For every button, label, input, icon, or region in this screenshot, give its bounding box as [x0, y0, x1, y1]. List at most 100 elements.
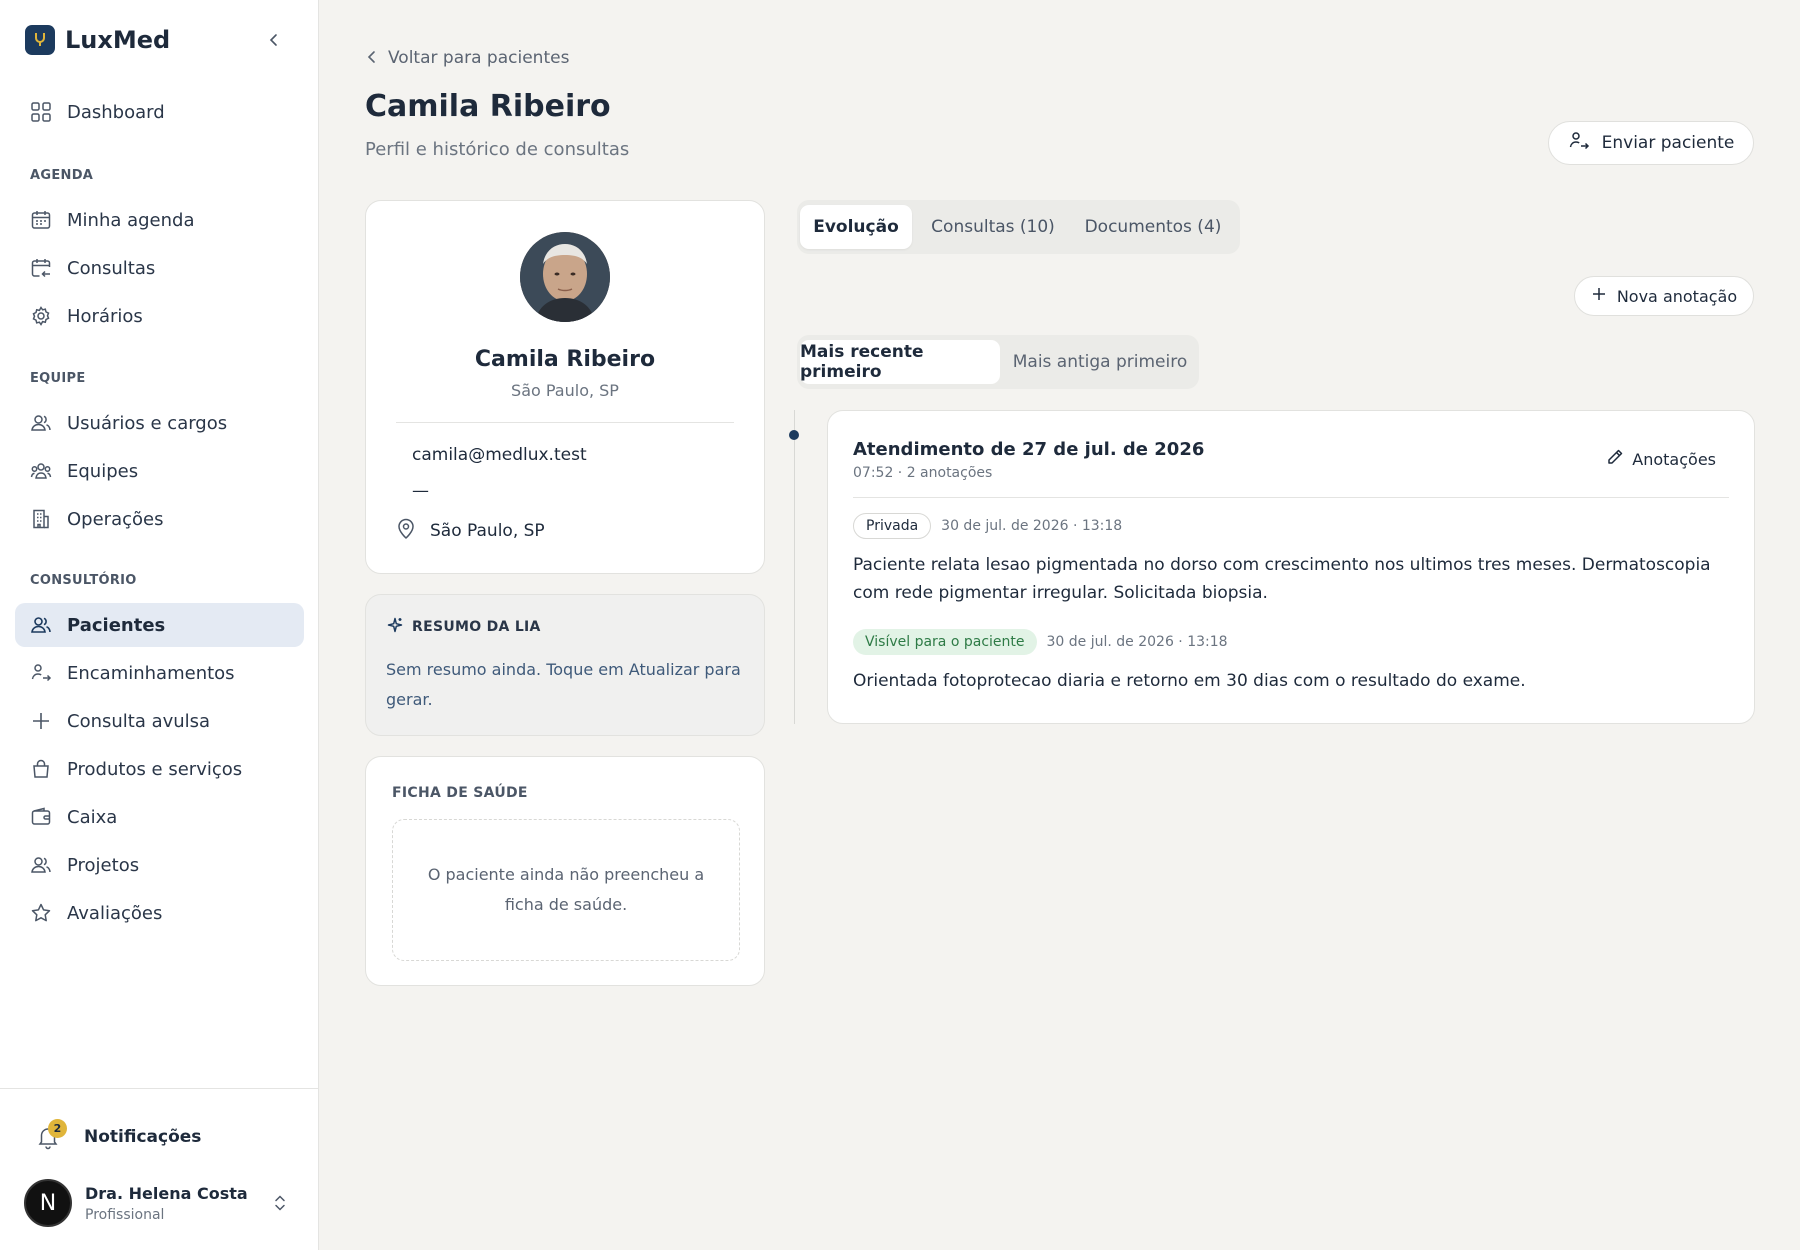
note-timestamp: 30 de jul. de 2026 · 13:18	[941, 518, 1123, 534]
health-record-card: FICHA DE SAÚDE O paciente ainda não pree…	[365, 756, 765, 986]
brand-name: LuxMed	[65, 26, 171, 54]
patient-profile-card: Camila Ribeiro São Paulo, SP camila@medl…	[365, 200, 765, 574]
projects-icon	[30, 854, 52, 876]
sidebar-item-label: Operações	[67, 508, 164, 530]
sidebar-item-label: Consultas	[67, 257, 156, 279]
tab-evolucao[interactable]: Evolução	[800, 205, 912, 249]
health-record-empty-state: O paciente ainda não preencheu a ficha d…	[392, 819, 740, 961]
building-icon	[30, 508, 52, 530]
new-note-button[interactable]: Nova anotação	[1574, 276, 1754, 316]
back-to-patients-link[interactable]: Voltar para pacientes	[366, 46, 569, 70]
note-header: Privada 30 de jul. de 2026 · 13:18	[853, 513, 1733, 539]
user-menu[interactable]: N Dra. Helena Costa Profissional	[24, 1179, 299, 1227]
patient-location: São Paulo, SP	[511, 381, 619, 400]
sidebar-item-projetos[interactable]: Projetos	[15, 843, 304, 887]
sidebar-item-pacientes[interactable]: Pacientes	[15, 603, 304, 647]
sidebar-item-label: Pacientes	[67, 614, 166, 636]
sidebar-item-label: Encaminhamentos	[67, 662, 235, 684]
summary-text: Sem resumo ainda. Toque em Atualizar par…	[386, 660, 741, 709]
section-label-consultorio: CONSULTÓRIO	[30, 573, 137, 588]
sort-oldest-first[interactable]: Mais antiga primeiro	[1005, 340, 1195, 384]
star-icon	[30, 902, 52, 924]
wallet-icon	[30, 806, 52, 828]
plus-icon	[1591, 286, 1607, 306]
sidebar-item-operacoes[interactable]: Operações	[15, 497, 304, 541]
section-label-agenda: AGENDA	[30, 168, 94, 183]
sidebar-item-label: Avaliações	[67, 902, 163, 924]
page-subtitle: Perfil e histórico de consultas	[365, 139, 630, 160]
sidebar-item-avaliacoes[interactable]: Avaliações	[15, 891, 304, 935]
timeline-dot	[789, 430, 799, 440]
chevron-left-icon	[366, 49, 378, 68]
chevron-up-down-icon[interactable]	[269, 1192, 291, 1214]
page-title: Camila Ribeiro	[365, 89, 611, 124]
brand[interactable]: LuxMed	[25, 25, 170, 55]
calendar-return-icon	[30, 257, 52, 279]
note-header: Visível para o paciente 30 de jul. de 20…	[853, 629, 1733, 655]
sidebar-item-label: Minha agenda	[67, 209, 195, 231]
send-patient-button[interactable]: Enviar paciente	[1548, 121, 1754, 165]
user-info: Dra. Helena Costa Profissional	[85, 1184, 248, 1223]
sidebar-item-horarios[interactable]: Horários	[15, 294, 304, 338]
sidebar-item-label: Produtos e serviços	[67, 758, 243, 780]
referral-icon	[1568, 130, 1590, 156]
sort-newest-first[interactable]: Mais recente primeiro	[800, 340, 1000, 384]
gear-icon	[30, 305, 52, 327]
patient-city: São Paulo, SP	[396, 518, 545, 544]
grid-icon	[30, 101, 52, 123]
private-badge: Privada	[853, 513, 932, 539]
bell-icon: 2	[30, 1119, 67, 1155]
timeline-line	[794, 410, 795, 724]
sidebar-item-caixa[interactable]: Caixa	[15, 795, 304, 839]
avatar: N	[24, 1179, 72, 1227]
sidebar-item-label: Equipes	[67, 460, 139, 482]
sidebar-item-minha-agenda[interactable]: Minha agenda	[15, 198, 304, 242]
entry-title: Atendimento de 27 de jul. de 2026	[853, 439, 1205, 460]
patient-email: camila@medlux.test	[412, 445, 587, 465]
notifications-button[interactable]: 2 Notificações	[30, 1119, 201, 1155]
bag-icon	[30, 758, 52, 780]
send-patient-label: Enviar paciente	[1601, 133, 1735, 153]
map-pin-icon	[396, 518, 416, 544]
note-text: Paciente relata lesao pigmentada no dors…	[853, 555, 1711, 603]
sidebar-item-consultas[interactable]: Consultas	[15, 246, 304, 290]
sidebar-item-label: Dashboard	[67, 101, 165, 123]
divider	[853, 497, 1729, 498]
new-note-label: Nova anotação	[1616, 286, 1738, 306]
patient-city-label: São Paulo, SP	[430, 521, 545, 541]
team-icon	[30, 460, 52, 482]
tab-documentos[interactable]: Documentos (4)	[1073, 205, 1233, 249]
users-icon	[30, 412, 52, 434]
notes-button[interactable]: Anotações	[1606, 447, 1716, 471]
sidebar-item-equipes[interactable]: Equipes	[15, 449, 304, 493]
entry-meta: 07:52 · 2 anotações	[853, 465, 993, 481]
sidebar-item-label: Horários	[67, 305, 143, 327]
sidebar-item-label: Usuários e cargos	[67, 412, 228, 434]
stethoscope-icon	[25, 25, 55, 55]
section-label-equipe: EQUIPE	[30, 371, 86, 386]
sidebar-item-label: Projetos	[67, 854, 140, 876]
user-name: Dra. Helena Costa	[85, 1183, 248, 1203]
notifications-label: Notificações	[84, 1127, 202, 1147]
referral-icon	[30, 662, 52, 684]
note-item: Visível para o paciente 30 de jul. de 20…	[853, 629, 1733, 695]
note-timestamp: 30 de jul. de 2026 · 13:18	[1046, 634, 1228, 650]
sidebar-item-encaminhamentos[interactable]: Encaminhamentos	[15, 651, 304, 695]
sidebar-item-produtos-e-servicos[interactable]: Produtos e serviços	[15, 747, 304, 791]
sidebar-item-dashboard[interactable]: Dashboard	[15, 90, 304, 134]
sidebar-footer: 2 Notificações N Dra. Helena Costa Profi…	[0, 1088, 319, 1250]
patient-photo	[520, 232, 610, 322]
summary-header: RESUMO DA LIA	[386, 617, 541, 637]
note-text: Orientada fotoprotecao diaria e retorno …	[853, 671, 1526, 691]
health-record-title: FICHA DE SAÚDE	[392, 785, 528, 801]
patient-name: Camila Ribeiro	[474, 347, 656, 372]
sort-order-toggle: Mais recente primeiro Mais antiga primei…	[797, 335, 1199, 389]
users-icon	[30, 614, 52, 636]
collapse-sidebar-chevron-left-icon[interactable]	[262, 28, 286, 52]
patient-phone: —	[412, 481, 429, 501]
tab-consultas[interactable]: Consultas (10)	[921, 205, 1065, 249]
pencil-icon	[1606, 448, 1624, 470]
notes-button-label: Anotações	[1632, 449, 1716, 469]
sidebar-item-consulta-avulsa[interactable]: Consulta avulsa	[15, 699, 304, 743]
sidebar-item-usuarios-e-cargos[interactable]: Usuários e cargos	[15, 401, 304, 445]
